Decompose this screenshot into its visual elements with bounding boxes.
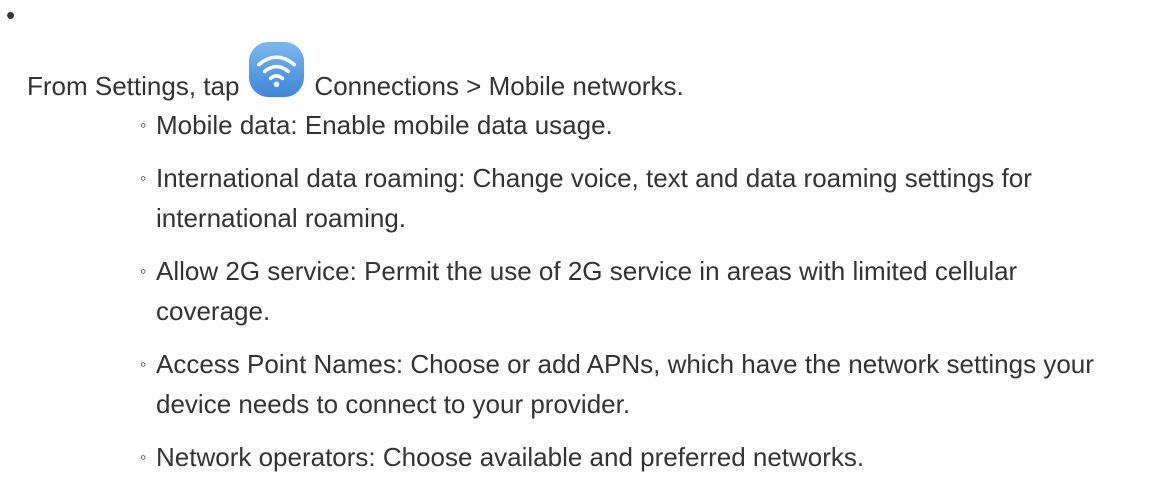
connections-wifi-icon bbox=[245, 41, 308, 109]
option-text: Allow 2G service: Permit the use of 2G s… bbox=[156, 256, 1018, 326]
list-item: ◦ International data roaming: Change voi… bbox=[138, 158, 1138, 238]
mobile-network-options-list: ◦ Mobile data: Enable mobile data usage.… bbox=[138, 105, 1138, 490]
instructions-page: • From Settings, tap Connections > Mobil… bbox=[0, 0, 1158, 504]
list-item: ◦ Mobile data: Enable mobile data usage. bbox=[138, 105, 1138, 145]
list-marker: ◦ bbox=[140, 447, 147, 467]
step-instruction: From Settings, tap Connections > Mobile … bbox=[27, 41, 684, 109]
option-text: Access Point Names: Choose or add APNs, … bbox=[156, 349, 1094, 419]
list-bullet: • bbox=[6, 0, 16, 30]
list-item: ◦ Allow 2G service: Permit the use of 2G… bbox=[138, 251, 1138, 331]
step-intro-text: From Settings, tap bbox=[27, 71, 240, 101]
list-marker: ◦ bbox=[140, 261, 147, 281]
list-marker: ◦ bbox=[140, 115, 147, 135]
list-marker: ◦ bbox=[140, 354, 147, 374]
step-destination-text: Connections > Mobile networks. bbox=[314, 71, 684, 101]
option-text: Network operators: Choose available and … bbox=[156, 442, 865, 472]
list-marker: ◦ bbox=[140, 168, 147, 188]
option-text: International data roaming: Change voice… bbox=[156, 163, 1032, 233]
list-item: ◦ Network operators: Choose available an… bbox=[138, 437, 1138, 477]
list-item: ◦ Access Point Names: Choose or add APNs… bbox=[138, 344, 1138, 424]
option-text: Mobile data: Enable mobile data usage. bbox=[156, 110, 613, 140]
